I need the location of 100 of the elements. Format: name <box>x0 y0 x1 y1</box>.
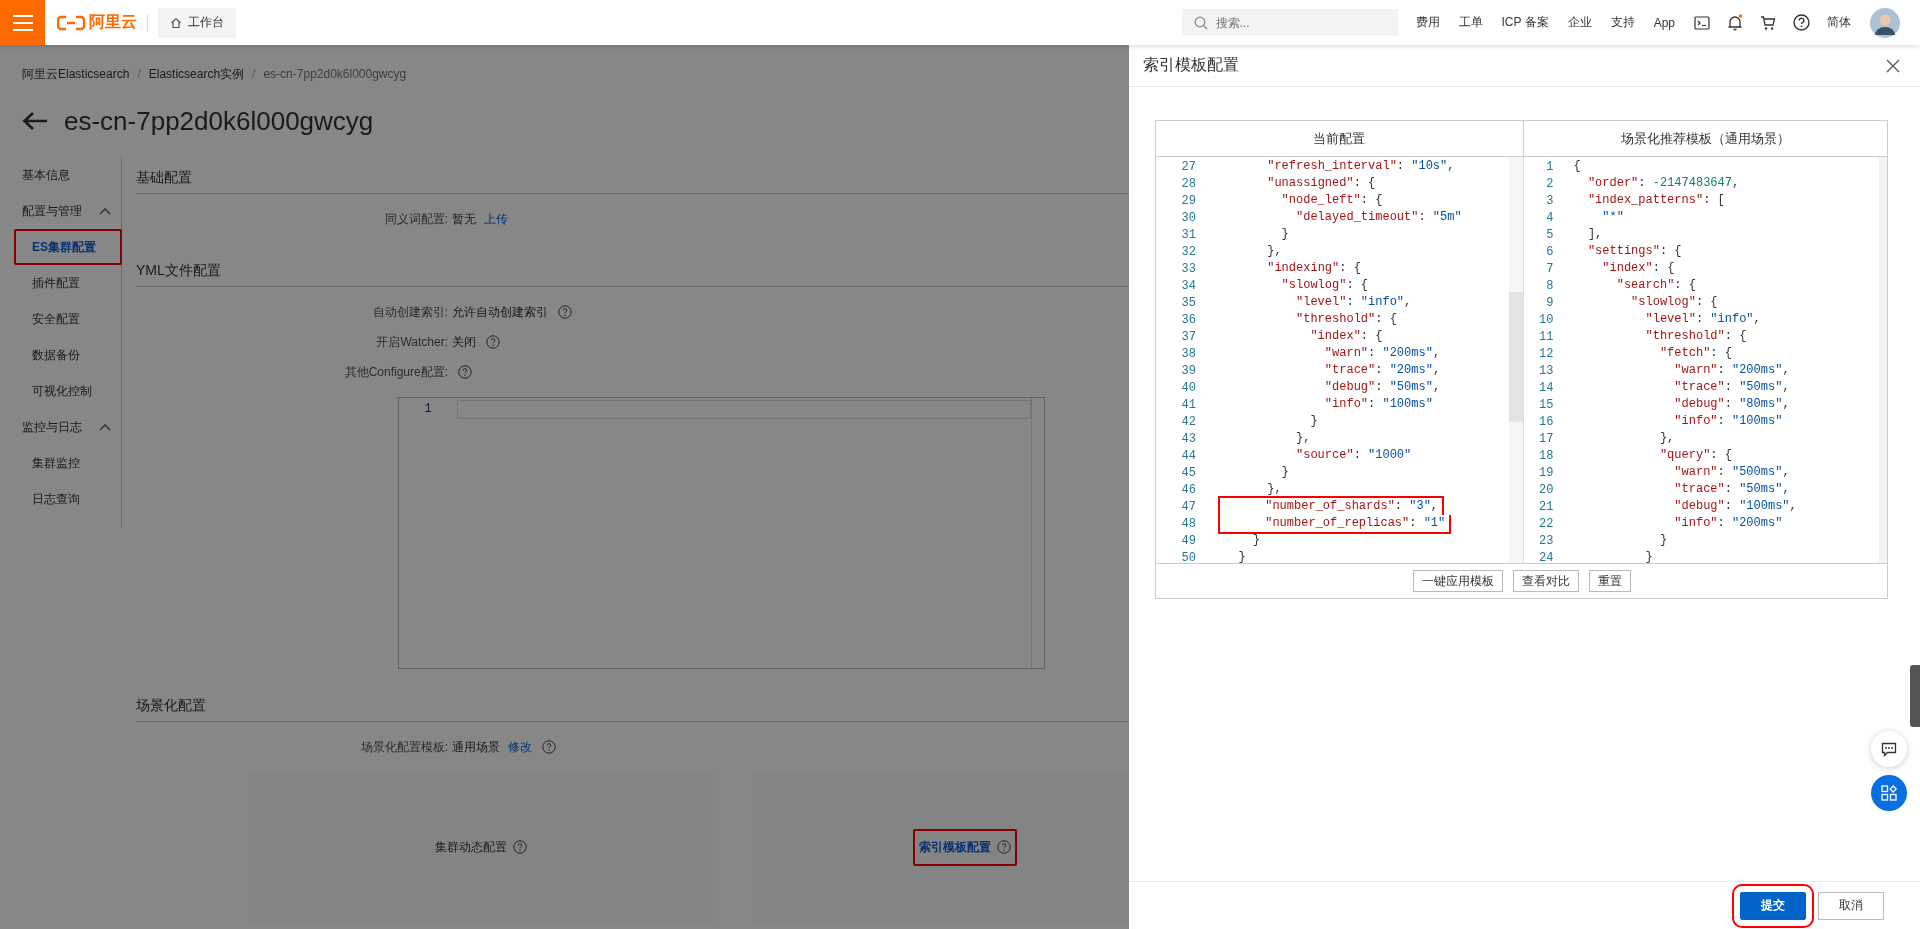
line-number: 2 <box>1545 176 1554 191</box>
line-number: 15 <box>1538 397 1554 412</box>
help-icon[interactable] <box>1793 14 1810 31</box>
code-editor[interactable]: 1 <box>398 397 1045 669</box>
line-number: 33 <box>1180 261 1196 276</box>
breadcrumb-link[interactable]: es-cn-7pp2d0k6l000gwcyg <box>263 67 407 81</box>
action-link[interactable]: 上传 <box>484 210 508 228</box>
nav-link[interactable]: 工单 <box>1458 14 1483 31</box>
sidebar-item[interactable]: 可视化控制 <box>14 373 121 409</box>
search-field[interactable]: 搜索... <box>1181 9 1398 36</box>
code-line: "slowlog": { <box>1630 294 1719 311</box>
line-number: 50 <box>1180 550 1196 563</box>
sidebar-item[interactable]: 基本信息 <box>22 157 121 193</box>
line-number: 45 <box>1180 465 1196 480</box>
line-number: 36 <box>1180 312 1196 327</box>
line-number: 16 <box>1538 414 1554 429</box>
workbench-button[interactable]: 工作台 <box>158 7 236 38</box>
code-line: "settings": { <box>1586 243 1683 260</box>
line-number: 24 <box>1538 550 1554 563</box>
sidebar-item[interactable]: 数据备份 <box>14 337 121 373</box>
code-line: "info": "100ms" <box>1323 396 1434 413</box>
line-number: 10 <box>1538 312 1554 327</box>
line-number: 46 <box>1180 482 1196 497</box>
compare-button[interactable]: 重置 <box>1588 570 1631 592</box>
sidebar-item[interactable]: ES集群配置 <box>14 229 122 265</box>
sidebar-group[interactable]: 监控与日志 <box>22 409 121 445</box>
sidebar-item[interactable]: 日志查询 <box>14 481 121 517</box>
code-line: "refresh_interval": "10s", <box>1266 158 1456 175</box>
line-number: 30 <box>1180 210 1196 225</box>
nav-link[interactable]: App <box>1653 15 1675 30</box>
code-line: "index": { <box>1309 328 1384 345</box>
nav-link[interactable]: ICP 备案 <box>1501 14 1549 31</box>
line-number: 22 <box>1538 516 1554 531</box>
line-number: 42 <box>1180 414 1196 429</box>
line-number: 44 <box>1180 448 1196 463</box>
avatar[interactable] <box>1870 7 1900 38</box>
field-value: 暂无 <box>452 210 476 228</box>
line-number: 5 <box>1545 227 1554 242</box>
code-line: "threshold": { <box>1295 311 1398 328</box>
field-label: 同义词配置: <box>383 210 448 228</box>
line-number: 14 <box>1538 380 1554 395</box>
card-link[interactable]: 索引模板配置 <box>919 838 991 856</box>
line-number: 29 <box>1180 193 1196 208</box>
terminal-icon[interactable] <box>1694 15 1710 30</box>
code-line: "indexing": { <box>1266 260 1362 277</box>
cancel-button[interactable]: 取消 <box>1818 891 1884 920</box>
code-line: "level": "info", <box>1295 294 1413 311</box>
line-number: 39 <box>1180 363 1196 378</box>
line-number: 40 <box>1180 380 1196 395</box>
logo-text[interactable]: 阿里云 <box>89 12 137 33</box>
column-header: 当前配置 <box>1312 129 1367 148</box>
line-number: 49 <box>1180 533 1196 548</box>
line-number: 3 <box>1545 193 1554 208</box>
search-icon <box>1193 15 1208 30</box>
breadcrumb-separator: / <box>252 67 256 81</box>
nav-link[interactable]: 企业 <box>1567 14 1592 31</box>
bell-icon[interactable] <box>1727 13 1743 32</box>
nav-link[interactable]: 支持 <box>1610 14 1635 31</box>
code-line: } <box>1644 549 1654 563</box>
code-line: }, <box>1658 430 1676 447</box>
sidebar-item[interactable]: 集群监控 <box>14 445 121 481</box>
line-number: 37 <box>1180 329 1196 344</box>
code-line: "warn": "200ms", <box>1673 362 1791 379</box>
chat-button[interactable] <box>1871 731 1907 767</box>
line-number: 48 <box>1180 516 1196 531</box>
line-number: 11 <box>1538 329 1554 344</box>
breadcrumb-link[interactable]: Elasticsearch实例 <box>148 65 245 83</box>
line-number: 43 <box>1180 431 1196 446</box>
sidebar-group[interactable]: 配置与管理 <box>22 193 121 229</box>
breadcrumb-link[interactable]: 阿里云Elasticsearch <box>22 65 130 83</box>
code-line: "warn": "500ms", <box>1673 464 1791 481</box>
line-number: 1 <box>1545 159 1554 174</box>
code-line: "index_patterns": [ <box>1586 192 1726 209</box>
nav-link[interactable]: 费用 <box>1415 14 1440 31</box>
code-line: }, <box>1266 243 1283 260</box>
scrollbar[interactable] <box>1508 157 1523 563</box>
line-number: 38 <box>1180 346 1196 361</box>
language-link[interactable]: 简体 <box>1827 14 1851 31</box>
code-line: "warn": "200ms", <box>1323 345 1442 362</box>
field-label: 场景化配置模板: <box>359 738 448 756</box>
apps-button[interactable] <box>1871 775 1907 811</box>
code-line: "info": "200ms" <box>1673 515 1784 532</box>
chat-icon <box>1881 741 1897 757</box>
compare-button[interactable]: 一键应用模板 <box>1412 570 1503 592</box>
action-link[interactable]: 修改 <box>508 738 532 756</box>
line-number: 8 <box>1545 278 1554 293</box>
caret-icon <box>99 423 111 431</box>
cart-icon[interactable] <box>1760 14 1776 31</box>
scrollbar[interactable] <box>1879 157 1887 563</box>
line-number: 7 <box>1545 261 1554 276</box>
close-icon[interactable] <box>1886 58 1900 73</box>
back-arrow-icon[interactable] <box>22 111 48 131</box>
compare-button[interactable]: 查看对比 <box>1512 570 1579 592</box>
sidebar-item[interactable]: 插件配置 <box>14 265 121 301</box>
line-number: 27 <box>1180 159 1196 174</box>
code-line: "unassigned": { <box>1266 175 1377 192</box>
menu-button[interactable] <box>0 0 45 45</box>
sidebar-item[interactable]: 安全配置 <box>14 301 121 337</box>
field-label: 其他Configure配置: <box>343 363 448 381</box>
logo-icon[interactable] <box>57 14 85 31</box>
